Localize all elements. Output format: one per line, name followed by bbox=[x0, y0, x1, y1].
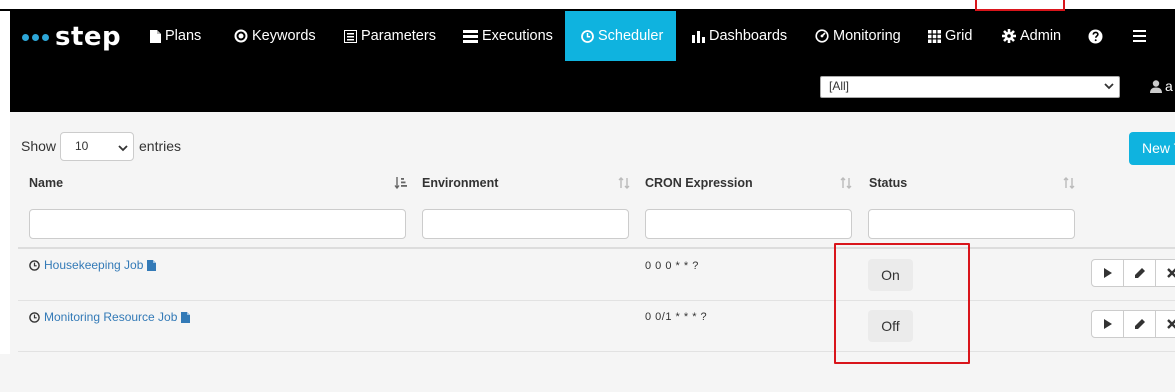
nav-keywords[interactable]: Keywords bbox=[234, 11, 316, 61]
close-icon bbox=[1166, 268, 1175, 278]
nav-executions-label: Executions bbox=[482, 28, 553, 44]
job-name-link[interactable]: Monitoring Resource Job bbox=[44, 310, 177, 324]
step-logo[interactable]: step bbox=[22, 21, 121, 53]
entries-per-page-value: 10 bbox=[75, 139, 89, 153]
delete-button[interactable] bbox=[1155, 259, 1175, 287]
row-actions bbox=[1091, 310, 1175, 340]
top-navbar: step Plans Keywords Parameters Execution… bbox=[10, 11, 1175, 112]
hamburger-icon bbox=[1133, 30, 1146, 42]
nav-plans[interactable]: Plans bbox=[150, 11, 201, 61]
tenant-select-value: [All] bbox=[829, 79, 850, 93]
pencil-icon bbox=[1135, 267, 1145, 278]
status-filter-input[interactable] bbox=[868, 209, 1075, 239]
sort-ascending-icon[interactable] bbox=[394, 176, 408, 190]
column-header-cron[interactable]: CRON Expression bbox=[645, 176, 753, 190]
nav-dashboards-label: Dashboards bbox=[709, 28, 788, 44]
row-actions bbox=[1091, 259, 1175, 289]
table-header-divider bbox=[18, 247, 1175, 249]
grid-icon bbox=[928, 29, 941, 43]
edit-button[interactable] bbox=[1123, 310, 1156, 338]
show-label: Show bbox=[21, 138, 57, 154]
logo-dot-icon bbox=[42, 33, 49, 41]
menu-button[interactable] bbox=[1133, 11, 1150, 61]
nav-executions[interactable]: Executions bbox=[463, 11, 553, 61]
row-divider bbox=[18, 351, 1175, 352]
nav-admin-label: Admin bbox=[1020, 28, 1062, 44]
environment-filter-input[interactable] bbox=[422, 209, 629, 239]
annotation-mark-top bbox=[975, 0, 1065, 11]
bar-chart-icon bbox=[692, 30, 705, 43]
nav-dashboards[interactable]: Dashboards bbox=[692, 11, 787, 61]
execute-button[interactable] bbox=[1091, 259, 1124, 287]
list-box-icon bbox=[344, 29, 357, 43]
nav-monitoring-label: Monitoring bbox=[833, 28, 901, 44]
nav-scheduler[interactable]: Scheduler bbox=[565, 11, 676, 61]
logo-dot-icon bbox=[32, 33, 39, 41]
dashboard-icon bbox=[815, 29, 829, 43]
clock-icon bbox=[29, 311, 40, 323]
clock-icon bbox=[29, 259, 40, 271]
left-strip bbox=[0, 11, 10, 354]
table-row-name[interactable]: Monitoring Resource Job bbox=[29, 310, 191, 324]
user-icon bbox=[1150, 79, 1162, 93]
annotation-highlight-box bbox=[834, 243, 970, 364]
pencil-icon bbox=[1135, 318, 1145, 329]
tasks-icon bbox=[463, 29, 478, 43]
row-divider bbox=[18, 300, 1175, 301]
delete-button[interactable] bbox=[1155, 310, 1175, 338]
cron-expression: 0 0/1 * * * ? bbox=[645, 311, 708, 323]
close-icon bbox=[1166, 319, 1175, 329]
question-circle-icon bbox=[1088, 29, 1103, 43]
help-button[interactable] bbox=[1088, 11, 1107, 61]
sort-icon[interactable] bbox=[839, 176, 853, 190]
tenant-select[interactable]: [All] bbox=[820, 76, 1120, 98]
play-icon bbox=[1103, 268, 1112, 278]
table-row-name[interactable]: Housekeeping Job bbox=[29, 258, 157, 272]
clock-icon bbox=[581, 29, 594, 43]
user-name: a bbox=[1165, 78, 1173, 94]
chevron-down-icon bbox=[118, 145, 128, 152]
cron-expression: 0 0 0 * * ? bbox=[645, 260, 699, 272]
nav-keywords-label: Keywords bbox=[252, 28, 316, 44]
nav-parameters[interactable]: Parameters bbox=[344, 11, 436, 61]
column-header-environment[interactable]: Environment bbox=[422, 176, 498, 190]
file-icon[interactable] bbox=[147, 259, 157, 271]
nav-plans-label: Plans bbox=[165, 28, 202, 44]
file-icon[interactable] bbox=[181, 311, 191, 323]
column-header-name[interactable]: Name bbox=[29, 176, 63, 190]
gear-icon bbox=[1002, 29, 1016, 43]
nav-monitoring[interactable]: Monitoring bbox=[815, 11, 901, 61]
nav-admin[interactable]: Admin bbox=[1002, 11, 1061, 61]
new-task-button[interactable]: New Task bbox=[1129, 132, 1175, 165]
file-icon bbox=[150, 29, 161, 43]
brand-name: step bbox=[55, 22, 122, 52]
execute-button[interactable] bbox=[1091, 310, 1124, 338]
entries-label: entries bbox=[139, 138, 182, 154]
name-filter-input[interactable] bbox=[29, 209, 406, 239]
edit-button[interactable] bbox=[1123, 259, 1156, 287]
job-name-link[interactable]: Housekeeping Job bbox=[44, 258, 143, 272]
dot-circle-icon bbox=[234, 29, 248, 43]
sort-icon[interactable] bbox=[617, 176, 631, 190]
nav-grid-label: Grid bbox=[945, 28, 973, 44]
nav-grid[interactable]: Grid bbox=[928, 11, 972, 61]
chevron-down-icon bbox=[1104, 83, 1114, 90]
nav-parameters-label: Parameters bbox=[361, 28, 436, 44]
play-icon bbox=[1103, 319, 1112, 329]
sort-icon[interactable] bbox=[1062, 176, 1076, 190]
user-menu[interactable]: a bbox=[1150, 78, 1173, 94]
logo-dot-icon bbox=[22, 33, 29, 41]
column-header-status[interactable]: Status bbox=[869, 176, 907, 190]
nav-scheduler-label: Scheduler bbox=[598, 28, 664, 44]
entries-per-page-select[interactable]: 10 bbox=[60, 132, 134, 161]
cron-filter-input[interactable] bbox=[645, 209, 852, 239]
